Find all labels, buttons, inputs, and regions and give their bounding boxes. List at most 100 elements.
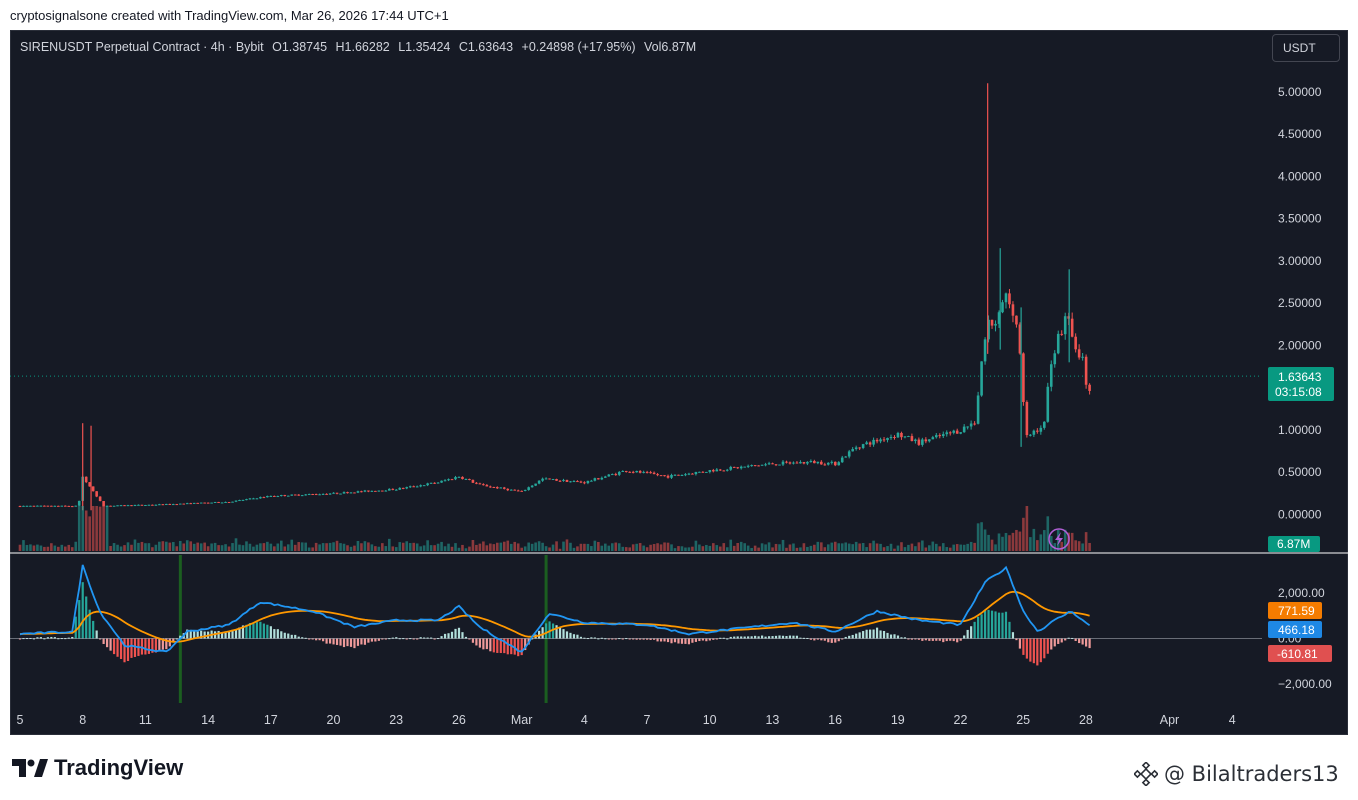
candle-body	[384, 490, 388, 492]
candle-body	[199, 502, 203, 504]
macd-histogram-bar	[983, 610, 987, 639]
macd-histogram-bar	[994, 611, 997, 639]
volume-bar	[544, 546, 548, 551]
tradingview-logo[interactable]: TradingView	[12, 755, 183, 781]
macd-histogram-bar	[973, 621, 976, 639]
candle-body	[259, 497, 262, 499]
volume-bar	[816, 541, 820, 551]
volume-bar	[527, 542, 530, 551]
volume-bar	[1077, 541, 1081, 551]
volume-bar	[290, 539, 294, 551]
volume-bar	[879, 543, 882, 551]
volume-bar	[171, 542, 175, 551]
volume-bar	[663, 542, 666, 551]
volume-bar	[962, 544, 966, 551]
macd-histogram-bar	[788, 635, 792, 639]
volume-bar	[976, 523, 980, 551]
candle-body	[718, 469, 722, 471]
candle-body	[297, 494, 301, 496]
candle-body	[847, 451, 851, 457]
candle-body	[32, 505, 36, 507]
volume-bar	[941, 543, 945, 551]
chart-canvas[interactable]: 5.00000 4.50000 4.00000 3.50000 3.00000 2.500…	[0, 0, 1358, 738]
volume-bar	[60, 544, 64, 551]
volume-bar	[276, 543, 280, 551]
volume-bar	[158, 541, 161, 551]
candle-body	[363, 490, 367, 492]
volume-bar	[994, 544, 997, 551]
macd-histogram-bar	[659, 638, 663, 642]
volume-bar	[764, 544, 767, 551]
candle-body	[548, 478, 551, 480]
macd-histogram-bar	[144, 638, 147, 655]
volume-bar	[360, 543, 363, 551]
volume-bar	[576, 546, 579, 551]
candle-body	[889, 436, 893, 438]
volume-bar	[178, 540, 182, 551]
volume-bar	[642, 545, 645, 551]
candle-body	[792, 462, 795, 464]
candle-body	[722, 470, 726, 472]
macd-histogram-bar	[478, 638, 481, 648]
candle-body	[50, 505, 53, 507]
volume-bar	[74, 541, 78, 551]
volume-bar	[631, 544, 635, 551]
volume-bar	[321, 543, 325, 551]
candle-body	[269, 495, 273, 497]
candle-body	[248, 498, 252, 500]
volume-bar	[795, 547, 799, 551]
macd-histogram-bar	[837, 638, 840, 642]
macd-histogram-bar	[1011, 632, 1015, 639]
candle-body	[656, 474, 659, 476]
volume-bar	[433, 545, 436, 551]
price-axis: 5.00000 4.50000 4.00000 3.50000 3.00000 2.500…	[1278, 85, 1322, 522]
time-axis-tick: 14	[201, 713, 215, 727]
candle-body	[799, 462, 802, 464]
candle-body	[663, 475, 666, 477]
macd-histogram-bar	[862, 631, 865, 639]
candle-body	[583, 482, 586, 484]
volume-bar	[955, 544, 959, 551]
volume-bar	[151, 547, 154, 551]
macd-histogram-bar	[332, 638, 335, 645]
volume-bar	[840, 543, 844, 551]
volume-bar	[1036, 540, 1039, 551]
macd-histogram-bar	[1050, 638, 1053, 650]
candle-body	[934, 435, 938, 438]
volume-bar	[454, 543, 457, 551]
candle-body	[388, 488, 391, 491]
candle-body	[962, 426, 966, 433]
volume-bar	[116, 544, 119, 551]
candle-body	[729, 466, 733, 470]
candle-body	[1001, 302, 1004, 313]
candle-body	[109, 505, 112, 507]
candle-body	[443, 480, 447, 482]
macd-histogram-bar	[109, 638, 112, 651]
macd-histogram-bar	[506, 638, 509, 655]
candle-body	[1025, 401, 1029, 436]
volume-bar	[105, 506, 109, 551]
volume-bar	[185, 540, 189, 551]
candle-body	[1032, 430, 1036, 435]
volume-bar	[774, 543, 778, 551]
candle-body	[147, 504, 151, 506]
candle-body	[896, 432, 900, 438]
volume-bar	[694, 540, 698, 551]
candle-body	[370, 490, 374, 492]
candle-body	[673, 474, 677, 476]
candle-body	[394, 489, 398, 491]
candle-body	[816, 461, 820, 464]
time-axis-tick: 25	[1016, 713, 1030, 727]
macd-histogram-bar	[123, 638, 126, 663]
candle-body	[95, 491, 98, 497]
candle-body	[823, 464, 827, 466]
currency-button[interactable]: USDT	[1272, 34, 1340, 62]
volume-bar	[600, 545, 604, 551]
macd-histogram-bar	[834, 638, 837, 643]
volume-bar	[25, 545, 29, 551]
macd-histogram-bar	[116, 638, 119, 657]
volume-bar	[826, 544, 830, 551]
volume-bar	[837, 543, 841, 551]
volume-bar	[624, 547, 628, 551]
candle-body	[865, 442, 868, 445]
